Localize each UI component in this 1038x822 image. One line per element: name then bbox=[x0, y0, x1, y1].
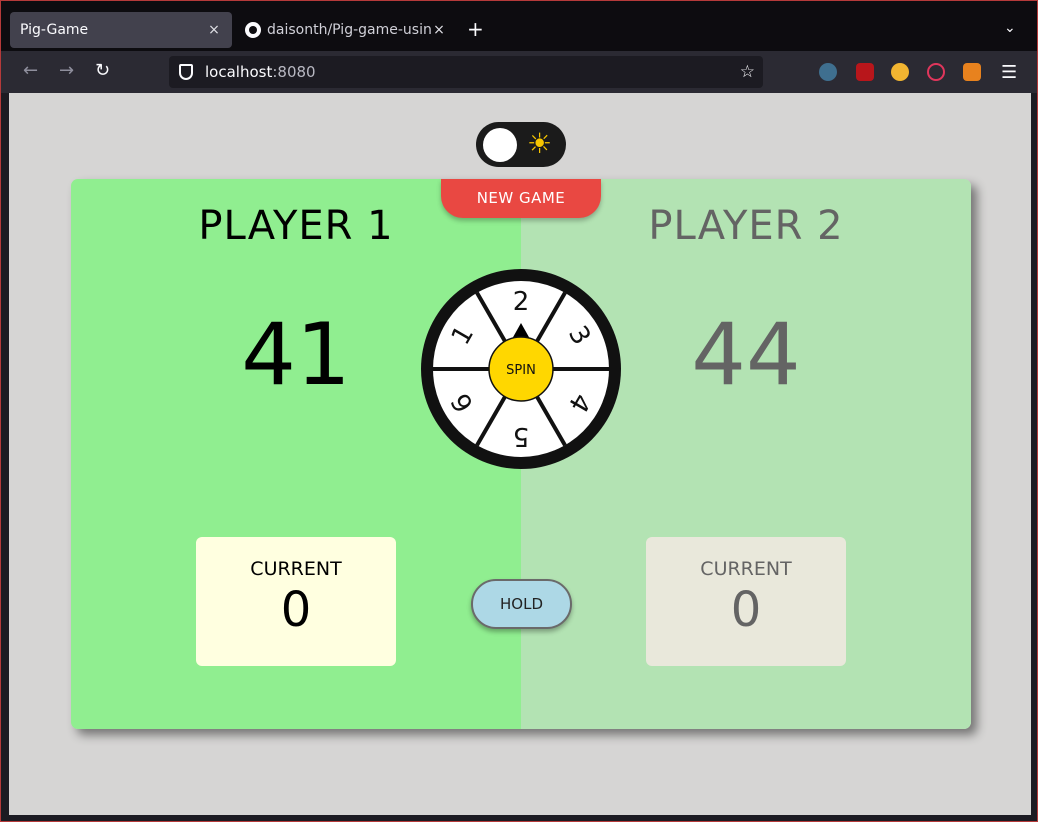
wheel-number: 5 bbox=[513, 421, 530, 451]
page-viewport: ☀ PLAYER 1 41 CURRENT 0 PLAYER 2 44 CURR… bbox=[9, 93, 1031, 815]
tab-title: daisonth/Pig-game-using bbox=[267, 22, 431, 38]
wheel-number: 2 bbox=[513, 287, 530, 317]
close-tab-icon[interactable]: × bbox=[206, 22, 222, 38]
sun-icon: ☀ bbox=[527, 127, 553, 160]
url-host: localhost bbox=[205, 63, 273, 81]
extension-play-icon[interactable] bbox=[927, 63, 945, 81]
tab-strip: Pig-Game × daisonth/Pig-game-using × + ⌄ bbox=[1, 1, 1037, 51]
theme-toggle[interactable]: ☀ bbox=[476, 122, 566, 167]
github-icon bbox=[245, 22, 261, 38]
url-text[interactable]: localhost:8080 bbox=[205, 63, 316, 81]
current-value: 0 bbox=[280, 582, 312, 638]
tab-pig-game[interactable]: Pig-Game × bbox=[10, 12, 232, 48]
spin-label: SPIN bbox=[506, 363, 536, 378]
nav-bar: ← → ↻ localhost:8080 ☆ ☰ bbox=[1, 51, 1037, 163]
bookmark-star-icon[interactable]: ☆ bbox=[740, 62, 755, 82]
tab-github[interactable]: daisonth/Pig-game-using × bbox=[235, 12, 457, 48]
back-icon[interactable]: ← bbox=[23, 62, 38, 80]
current-label: CURRENT bbox=[250, 558, 342, 580]
current-score-box: CURRENT 0 bbox=[196, 537, 396, 666]
toggle-knob bbox=[483, 128, 517, 162]
current-score-box: CURRENT 0 bbox=[646, 537, 846, 666]
tab-title: Pig-Game bbox=[20, 22, 89, 38]
metamask-icon[interactable] bbox=[963, 63, 981, 81]
hamburger-menu-icon[interactable]: ☰ bbox=[1001, 62, 1017, 83]
forward-icon[interactable]: → bbox=[59, 62, 74, 80]
url-port: :8080 bbox=[272, 63, 316, 81]
current-label: CURRENT bbox=[700, 558, 792, 580]
extension-yellow-icon[interactable] bbox=[891, 63, 909, 81]
new-tab-button[interactable]: + bbox=[467, 19, 484, 39]
new-game-button[interactable]: NEW GAME bbox=[441, 179, 601, 218]
list-all-tabs-icon[interactable]: ⌄ bbox=[1004, 20, 1016, 36]
url-bar[interactable]: localhost:8080 ☆ bbox=[169, 56, 763, 163]
ublock-icon[interactable] bbox=[856, 63, 874, 81]
close-tab-icon[interactable]: × bbox=[431, 22, 447, 38]
extension-glasses-icon[interactable] bbox=[819, 63, 837, 81]
shield-icon[interactable] bbox=[179, 64, 193, 80]
spin-wheel[interactable]: 234561 SPIN bbox=[421, 269, 621, 469]
browser-window: Pig-Game × daisonth/Pig-game-using × + ⌄… bbox=[0, 0, 1038, 822]
current-value: 0 bbox=[730, 582, 762, 638]
reload-icon[interactable]: ↻ bbox=[95, 62, 110, 80]
hold-button[interactable]: HOLD bbox=[471, 579, 572, 629]
